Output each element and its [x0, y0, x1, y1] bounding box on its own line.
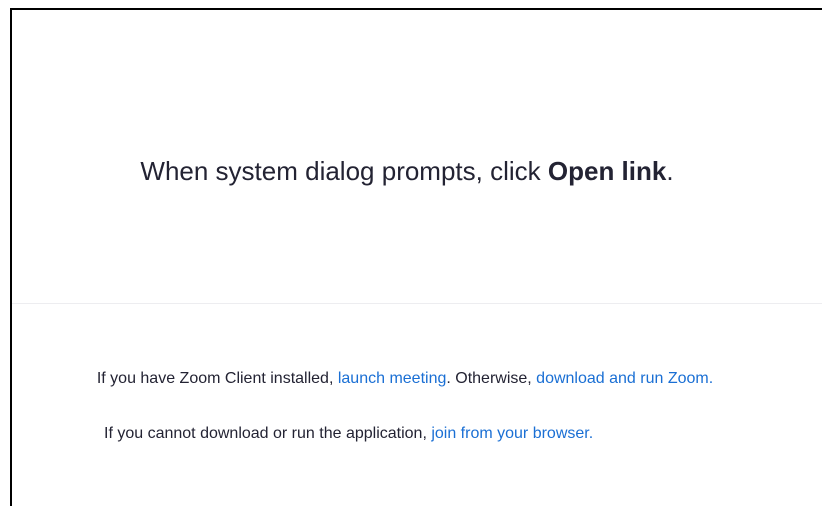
download-zoom-link[interactable]: download and run Zoom. [536, 370, 713, 387]
launch-meeting-link[interactable]: launch meeting [338, 370, 447, 387]
launch-line: If you have Zoom Client installed, launc… [18, 368, 792, 390]
window-border-left [10, 8, 12, 506]
open-link-instruction: When system dialog prompts, click Open l… [12, 152, 802, 190]
window-border-top [10, 8, 822, 10]
join-from-browser-link[interactable]: join from your browser. [431, 425, 593, 442]
launch-line-prefix: If you have Zoom Client installed, [96, 370, 338, 387]
instruction-emphasis: Open link [547, 156, 667, 186]
section-divider [12, 303, 822, 304]
launch-line-middle: . Otherwise, [446, 370, 537, 387]
browser-line: If you cannot download or run the applic… [104, 423, 714, 445]
page-frame: When system dialog prompts, click Open l… [0, 0, 822, 506]
instruction-suffix: . [666, 156, 674, 186]
instruction-prefix: When system dialog prompts, click [140, 156, 548, 186]
browser-line-prefix: If you cannot download or run the applic… [104, 425, 432, 442]
